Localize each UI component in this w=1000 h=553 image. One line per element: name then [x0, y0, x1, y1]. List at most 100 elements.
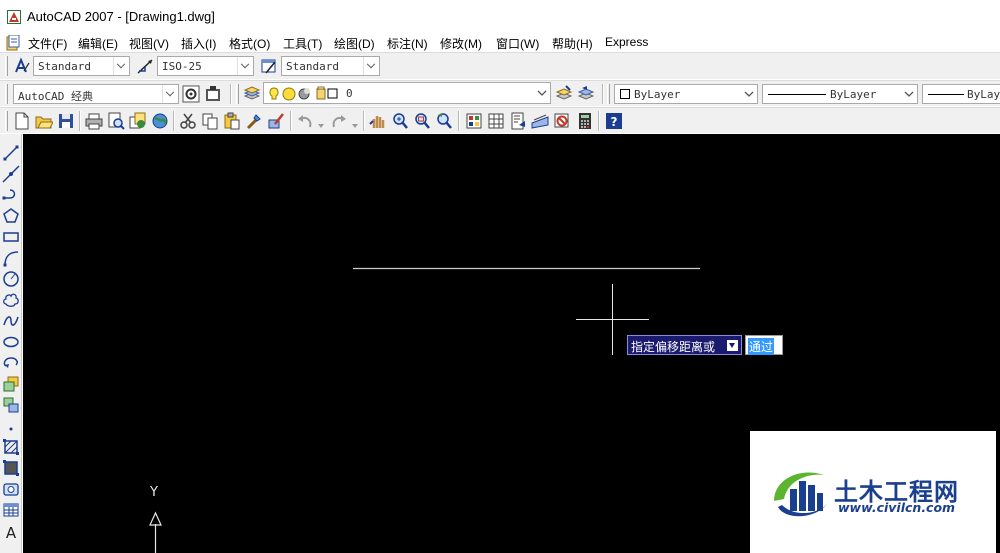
pan-realtime-icon[interactable] — [369, 112, 387, 130]
linetype-dropdown[interactable]: ByLayer — [762, 84, 918, 104]
toolbar-separator — [458, 111, 460, 131]
block-editor-icon[interactable] — [267, 112, 285, 130]
redo-icon[interactable] — [330, 112, 348, 130]
zoom-realtime-icon[interactable] — [391, 112, 409, 130]
toolbar-grip[interactable] — [5, 84, 8, 104]
chevron-down-icon — [741, 85, 757, 103]
new-file-icon[interactable] — [13, 112, 31, 130]
table-style-dropdown[interactable]: Standard — [281, 56, 380, 76]
menu-tools[interactable]: 工具(T) — [283, 35, 322, 52]
line-icon[interactable] — [2, 144, 20, 162]
workspace-value: AutoCAD 经典 — [18, 90, 93, 103]
tool-palettes-icon[interactable] — [509, 112, 527, 130]
cut-icon[interactable] — [179, 112, 197, 130]
menu-draw[interactable]: 绘图(D) — [334, 35, 375, 52]
sheet-set-manager-icon[interactable] — [531, 112, 549, 130]
text-style-icon[interactable] — [13, 57, 31, 75]
design-center-icon[interactable] — [487, 112, 505, 130]
toolbar-separator — [602, 84, 604, 104]
dim-style-value: ISO-25 — [162, 60, 202, 73]
menu-insert[interactable]: 插入(I) — [181, 35, 216, 52]
circle-icon[interactable] — [2, 270, 20, 288]
polygon-icon[interactable] — [2, 207, 20, 225]
rectangle-icon[interactable] — [2, 228, 20, 246]
help-icon[interactable]: ? — [605, 112, 623, 130]
color-swatch — [620, 89, 630, 99]
gradient-icon[interactable] — [2, 459, 20, 477]
ellipse-arc-icon[interactable] — [2, 354, 20, 372]
open-file-icon[interactable] — [35, 112, 54, 130]
table-icon[interactable] — [2, 501, 20, 519]
print-icon[interactable] — [85, 112, 103, 130]
options-dropdown-icon[interactable] — [727, 340, 738, 351]
construction-line-icon[interactable] — [2, 165, 20, 183]
layer-dropdown[interactable]: 0 — [263, 82, 551, 104]
undo-icon[interactable] — [296, 112, 314, 130]
workspace-dropdown[interactable]: AutoCAD 经典 — [13, 84, 179, 104]
paste-icon[interactable] — [223, 112, 241, 130]
menu-help[interactable]: 帮助(H) — [552, 35, 593, 52]
arc-icon[interactable] — [2, 249, 20, 267]
layers-properties-toolbar: AutoCAD 经典 0 ByLayer ByLayer ByLay — [0, 80, 1000, 106]
menu-format[interactable]: 格式(O) — [229, 35, 270, 52]
workspace-settings-icon[interactable] — [182, 85, 200, 103]
toolbar-grip[interactable] — [607, 84, 610, 104]
copy-icon[interactable] — [201, 112, 219, 130]
markup-set-manager-icon[interactable] — [553, 112, 571, 130]
toolbar-grip[interactable] — [5, 56, 8, 76]
menu-express[interactable]: Express — [605, 35, 648, 49]
redo-dropdown-icon[interactable] — [352, 118, 358, 128]
menu-bar: 文件(F) 编辑(E) 视图(V) 插入(I) 格式(O) 工具(T) 绘图(D… — [0, 34, 1000, 52]
my-workspace-icon[interactable] — [204, 85, 222, 103]
multiline-text-icon[interactable]: A — [2, 523, 20, 542]
polyline-icon[interactable] — [2, 186, 20, 204]
menu-window[interactable]: 窗口(W) — [496, 35, 539, 52]
toolbar-grip[interactable] — [5, 111, 8, 131]
color-value: ByLayer — [634, 88, 681, 101]
chevron-down-icon — [901, 85, 917, 103]
menu-file[interactable]: 文件(F) — [28, 35, 67, 52]
hatch-icon[interactable] — [2, 438, 20, 456]
color-dropdown[interactable]: ByLayer — [614, 84, 758, 104]
site-watermark: 土木工程网 www.civilcn.com — [750, 431, 996, 553]
insert-block-icon[interactable] — [2, 375, 20, 393]
ucs-y-arrow — [149, 511, 162, 526]
prompt-text: 指定偏移距离或 — [631, 340, 716, 354]
dynamic-input-value: 通过 — [748, 338, 775, 355]
make-layer-current-icon[interactable] — [555, 85, 573, 103]
dim-style-dropdown[interactable]: ISO-25 — [157, 56, 254, 76]
menu-edit[interactable]: 编辑(E) — [78, 35, 118, 52]
region-icon[interactable] — [2, 480, 20, 498]
menu-modify[interactable]: 修改(M) — [440, 35, 482, 52]
dynamic-input-field[interactable]: 通过 — [745, 335, 783, 355]
text-style-dropdown[interactable]: Standard — [33, 56, 130, 76]
layer-manager-icon[interactable] — [243, 85, 261, 103]
ellipse-icon[interactable] — [2, 333, 20, 351]
revision-cloud-icon[interactable] — [2, 291, 20, 309]
styles-toolbar: Standard ISO-25 Standard — [0, 52, 1000, 79]
layer-previous-icon[interactable] — [577, 85, 595, 103]
autocad-app-icon[interactable] — [7, 10, 21, 24]
document-icon[interactable] — [6, 34, 20, 51]
quickcalc-icon[interactable] — [576, 112, 594, 130]
standard-toolbar: ? — [0, 107, 1000, 133]
zoom-previous-icon[interactable] — [435, 112, 453, 130]
undo-dropdown-icon[interactable] — [318, 118, 324, 128]
toolbar-grip[interactable] — [236, 84, 239, 104]
spline-icon[interactable] — [2, 312, 20, 330]
publish-to-web-icon[interactable] — [151, 112, 169, 130]
watermark-url: www.civilcn.com — [838, 500, 956, 515]
save-icon[interactable] — [57, 112, 75, 130]
lineweight-dropdown[interactable]: ByLayer — [922, 84, 1000, 104]
plot-preview-icon[interactable] — [107, 112, 125, 130]
menu-view[interactable]: 视图(V) — [129, 35, 169, 52]
point-icon[interactable] — [2, 417, 20, 435]
make-block-icon[interactable] — [2, 396, 20, 414]
match-properties-icon[interactable] — [245, 112, 263, 130]
zoom-window-icon[interactable] — [413, 112, 431, 130]
publish-icon[interactable] — [129, 112, 147, 130]
properties-icon[interactable] — [465, 112, 483, 130]
table-style-icon[interactable] — [260, 57, 278, 75]
menu-dimension[interactable]: 标注(N) — [387, 35, 428, 52]
dim-style-icon[interactable] — [136, 57, 154, 75]
